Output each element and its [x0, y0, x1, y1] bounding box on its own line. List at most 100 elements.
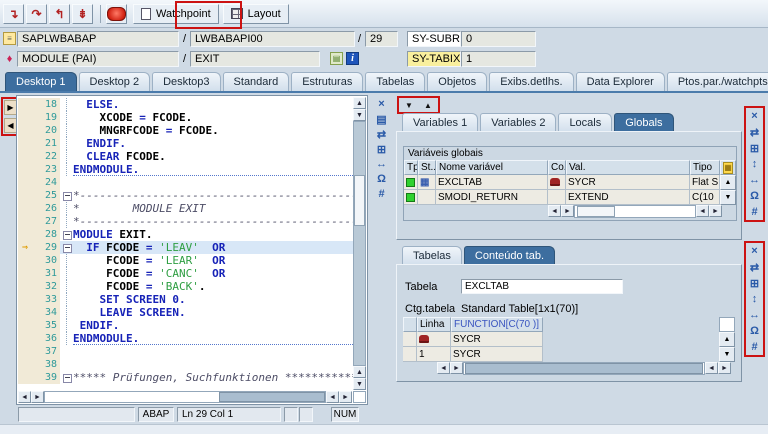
scrollbar-thumb[interactable]: [577, 206, 615, 217]
breakpoint-margin[interactable]: [18, 319, 32, 332]
breakpoint-margin[interactable]: [18, 280, 32, 293]
scroll-right-icon[interactable]: ►: [339, 391, 352, 403]
row-select-cell[interactable]: [403, 347, 417, 362]
stop-button[interactable]: [106, 4, 127, 24]
column-header-linha[interactable]: Linha: [417, 317, 451, 332]
editor-horizontal-scrollbar[interactable]: ◄ ► ◄ ►: [18, 391, 352, 403]
code-text[interactable]: CLEAR FCODE.: [73, 150, 353, 163]
code-text[interactable]: [73, 345, 353, 358]
breakpoint-margin[interactable]: [18, 267, 32, 280]
tab-variables-2[interactable]: Variables 2: [480, 113, 556, 132]
table-row[interactable]: SMODI_RETURNEXTENDC(10: [404, 190, 720, 205]
fold-marker-icon[interactable]: [63, 231, 72, 240]
column-header-st[interactable]: St..: [418, 160, 436, 175]
watch-variable-1-input[interactable]: SY-SUBRC: [407, 31, 461, 47]
globals-horizontal-scrollbar[interactable]: ◄ ► ◄ ►: [548, 205, 722, 218]
scrollbar-thumb[interactable]: [354, 175, 365, 226]
tab-tabelas[interactable]: Tabelas: [365, 72, 425, 91]
swap-tool-button[interactable]: ⇄: [747, 260, 762, 274]
breakpoint-margin[interactable]: [18, 98, 32, 111]
resize-horizontal-button[interactable]: ↔: [747, 308, 762, 322]
breakpoint-margin[interactable]: [18, 228, 32, 241]
tab-desktop-2[interactable]: Desktop 2: [79, 72, 151, 91]
row-scroll-up-button[interactable]: ▲: [720, 175, 736, 190]
breakpoint-margin[interactable]: [18, 345, 32, 358]
tab-globals[interactable]: Globals: [614, 113, 673, 132]
swap-tool-button[interactable]: ⇄: [747, 125, 762, 139]
resize-vertical-button[interactable]: ↕: [747, 292, 762, 306]
column-config-button[interactable]: ▦: [720, 160, 736, 175]
scroll-right-icon[interactable]: ►: [709, 205, 722, 217]
scroll-down-icon[interactable]: ▼: [353, 378, 366, 390]
tool-settings-button[interactable]: #: [747, 340, 762, 354]
editor-vertical-scrollbar[interactable]: ▲ ▼ ▲ ▼: [353, 97, 366, 390]
tab-ptos-par-watchpts[interactable]: Ptos.par./watchpts: [667, 72, 768, 91]
code-text[interactable]: MODULE EXIT.: [73, 228, 353, 241]
scroll-right-icon[interactable]: ►: [450, 362, 463, 374]
breakpoint-margin[interactable]: [18, 215, 32, 228]
code-text[interactable]: ENDMODULE.: [73, 163, 353, 176]
table-row[interactable]: 1SYCR: [403, 347, 543, 362]
scrollbar-track[interactable]: [44, 391, 326, 403]
column-header-tp[interactable]: Tp..: [404, 160, 418, 175]
fullscreen-button[interactable]: ⊞: [747, 276, 762, 290]
scroll-left-icon[interactable]: ◄: [705, 362, 718, 374]
breakpoint-margin[interactable]: [18, 124, 32, 137]
tab-locals[interactable]: Locals: [558, 113, 612, 132]
tab-exibs-detlhs[interactable]: Exibs.detlhs.: [489, 72, 573, 91]
code-text[interactable]: *---------------------------------------…: [73, 215, 353, 228]
code-text[interactable]: ENDIF.: [73, 319, 353, 332]
code-text[interactable]: ***** Prüfungen, Suchfunktionen ********…: [73, 371, 353, 384]
layout-button[interactable]: Layout: [223, 4, 289, 24]
tool-services-button[interactable]: Ω: [747, 189, 762, 203]
code-text[interactable]: XCODE = FCODE.: [73, 111, 353, 124]
scroll-right-icon[interactable]: ►: [31, 391, 44, 403]
code-text[interactable]: *---------------------------------------…: [73, 189, 353, 202]
breakpoint-margin[interactable]: [18, 150, 32, 163]
column-header-tipo[interactable]: Tipo: [690, 160, 720, 175]
code-text[interactable]: * MODULE EXIT: [73, 202, 353, 215]
scrollbar-track[interactable]: [353, 121, 366, 366]
scroll-left-icon[interactable]: ◄: [548, 205, 561, 217]
scroll-right-icon[interactable]: ►: [718, 362, 731, 374]
step-into-button[interactable]: ↴: [3, 4, 24, 24]
code-text[interactable]: ENDIF.: [73, 137, 353, 150]
tab-tabelas[interactable]: Tabelas: [402, 246, 462, 265]
scrollbar-thumb[interactable]: [219, 392, 325, 402]
tab-objetos[interactable]: Objetos: [427, 72, 487, 91]
variable-name-cell[interactable]: EXCLTAB: [436, 175, 548, 190]
tab-estruturas[interactable]: Estruturas: [291, 72, 363, 91]
swap-tool-button[interactable]: ⇄: [373, 127, 390, 141]
fullscreen-button[interactable]: ⊞: [373, 142, 390, 156]
scrollbar-track[interactable]: [574, 205, 696, 218]
code-text[interactable]: ENDMODULE.: [73, 332, 353, 345]
breakpoint-margin[interactable]: [18, 332, 32, 345]
close-tool-button[interactable]: ×: [747, 244, 762, 258]
tabela-input[interactable]: EXCLTAB: [461, 279, 623, 294]
row-select-cell[interactable]: [403, 332, 417, 347]
breakpoint-margin[interactable]: [18, 137, 32, 150]
breakpoint-margin[interactable]: [18, 306, 32, 319]
column-header-co[interactable]: Co..: [548, 160, 566, 175]
tab-data-explorer[interactable]: Data Explorer: [576, 72, 665, 91]
row-scroll-up-button[interactable]: ▲: [719, 332, 735, 347]
scroll-up-icon[interactable]: ▲: [353, 366, 366, 378]
tab-desktop-1[interactable]: Desktop 1: [5, 72, 77, 91]
column-header-function-c-70[interactable]: FUNCTION[C(70 )]: [451, 317, 543, 332]
fold-marker-icon[interactable]: [63, 374, 72, 383]
tool-services-button[interactable]: Ω: [373, 172, 390, 186]
table-row[interactable]: SYCR: [403, 332, 543, 347]
table-row[interactable]: ▦EXCLTABSYCRFlat S: [404, 175, 720, 190]
scroll-right-icon[interactable]: ►: [561, 205, 574, 217]
code-text[interactable]: [73, 176, 353, 189]
function-value-cell[interactable]: SYCR: [451, 347, 543, 362]
step-return-button[interactable]: ↰: [49, 4, 70, 24]
code-text[interactable]: FCODE = 'BACK'.: [73, 280, 353, 293]
close-tool-button[interactable]: ×: [373, 97, 390, 111]
resize-horizontal-button[interactable]: ↔: [747, 173, 762, 187]
watchpoint-button[interactable]: Watchpoint: [133, 4, 219, 24]
tab-desktop3[interactable]: Desktop3: [152, 72, 220, 91]
resize-vertical-button[interactable]: ↕: [747, 157, 762, 171]
breakpoint-margin[interactable]: [18, 163, 32, 176]
code-text[interactable]: LEAVE SCREEN.: [73, 306, 353, 319]
